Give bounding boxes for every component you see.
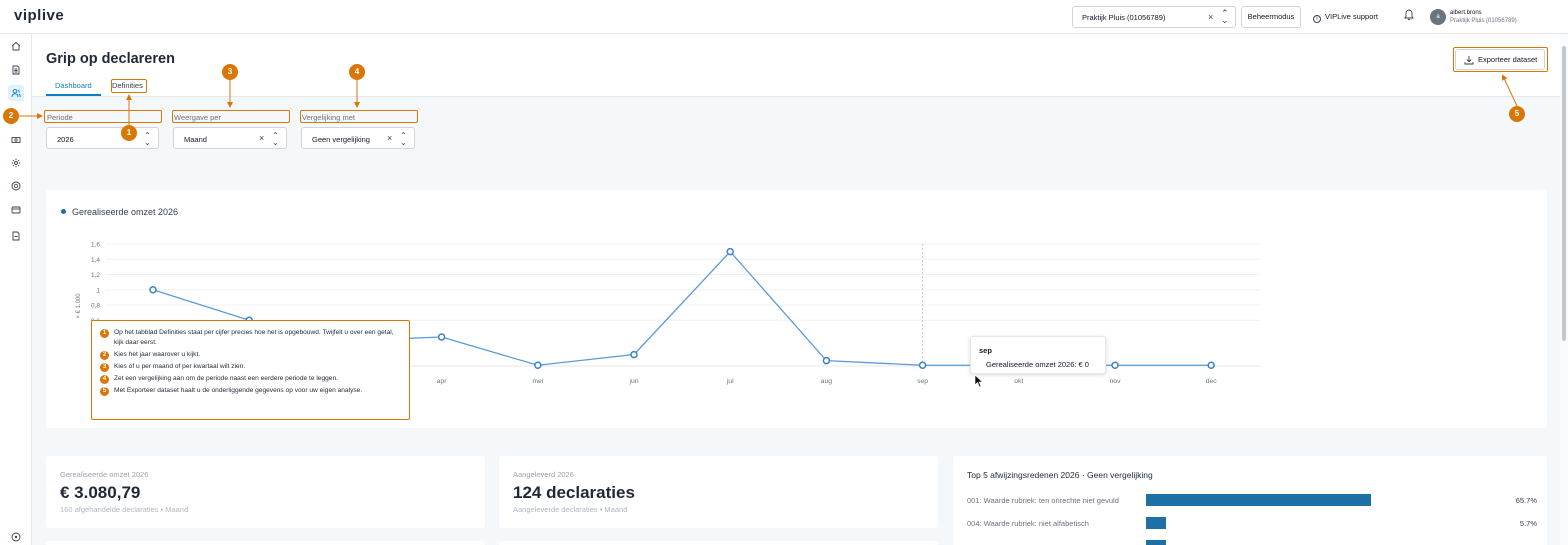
top5-row-label: 004: Waarde rubriek: niet alfabetisch bbox=[967, 519, 1089, 528]
top5-row-bar bbox=[1146, 494, 1372, 506]
annotation-badge-5: 5 bbox=[1509, 106, 1525, 122]
help-item: 3 Kies of u per maand of per kwartaal wil… bbox=[100, 362, 401, 372]
scrollbar-thumb[interactable] bbox=[1562, 46, 1566, 341]
card-below bbox=[499, 541, 938, 545]
kpi-value: € 3.080,79 bbox=[60, 483, 141, 502]
help-item: 1 Op het tabblad Definities staat per cij… bbox=[100, 328, 401, 348]
top5-row-label: 001: Waarde rubriek: ten onrechte niet g… bbox=[967, 496, 1119, 505]
help-item: 5 Met Exporteer dataset haalt u de onderl… bbox=[100, 386, 401, 396]
help-item: 2 Kies het jaar waarover u kijkt. bbox=[100, 350, 401, 360]
tooltip-title: sep bbox=[979, 346, 992, 355]
top5-row-bar bbox=[1146, 540, 1166, 545]
help-badge: 5 bbox=[100, 386, 109, 396]
help-text: Kies het jaar waarover u kijkt. bbox=[114, 351, 201, 358]
mouse-cursor-icon bbox=[974, 374, 984, 388]
tooltip-text: Gerealiseerde omzet 2026: € 0 bbox=[986, 360, 1089, 369]
top5-row bbox=[967, 540, 1537, 545]
kpi-label: Aangeleverd 2026 bbox=[513, 470, 574, 479]
help-text: Met Exporteer dataset haalt u de onderli… bbox=[114, 387, 363, 394]
top5-row-pct: 65.7% bbox=[1515, 496, 1537, 505]
annotation-badge-4: 4 bbox=[349, 64, 365, 80]
help-badge: 4 bbox=[100, 374, 109, 384]
top5-row-bar bbox=[1146, 517, 1166, 529]
help-badge: 2 bbox=[100, 350, 109, 360]
help-box: 1 Op het tabblad Definities staat per cij… bbox=[91, 320, 410, 420]
annotation-badge-3: 3 bbox=[222, 64, 238, 80]
help-text: Op het tabblad Definities staat per cijf… bbox=[114, 329, 394, 346]
annotation-badge-1: 1 bbox=[121, 125, 137, 141]
top5-row: 004: Waarde rubriek: niet alfabetisch 5.… bbox=[967, 517, 1537, 529]
top5-row: 001: Waarde rubriek: ten onrechte niet g… bbox=[967, 494, 1537, 506]
card-below bbox=[46, 541, 485, 545]
kpi-subtext: Aangeleverde declaraties • Maand bbox=[513, 505, 628, 514]
kpi-subtext: 160 afgehandelde declaraties • Maand bbox=[60, 505, 189, 514]
kpi-value: 124 declaraties bbox=[513, 483, 635, 502]
top5-row-pct: 5.7% bbox=[1519, 519, 1537, 528]
kpi-card-omzet: Gerealiseerde omzet 2026 € 3.080,79 160 … bbox=[46, 456, 485, 528]
help-text: Zet een vergelijking aan om de periode n… bbox=[114, 375, 338, 382]
annotation-badge-2: 2 bbox=[3, 108, 19, 124]
top5-title: Top 5 afwijzingsredenen 2026 · Geen verg… bbox=[967, 470, 1153, 480]
kpi-card-aangeleverd: Aangeleverd 2026 124 declaraties Aangele… bbox=[499, 456, 938, 528]
page-scrollbar[interactable] bbox=[1560, 34, 1568, 545]
help-text: Kies of u per maand of per kwartaal wilt… bbox=[114, 363, 246, 370]
kpi-label: Gerealiseerde omzet 2026 bbox=[60, 470, 149, 479]
chart-tooltip: sep Gerealiseerde omzet 2026: € 0 bbox=[970, 336, 1106, 374]
top5-rejections-card: Top 5 afwijzingsredenen 2026 · Geen verg… bbox=[953, 456, 1547, 545]
help-badge: 3 bbox=[100, 362, 109, 372]
help-item: 4 Zet een vergelijking aan om de periode … bbox=[100, 374, 401, 384]
help-badge: 1 bbox=[100, 328, 109, 338]
